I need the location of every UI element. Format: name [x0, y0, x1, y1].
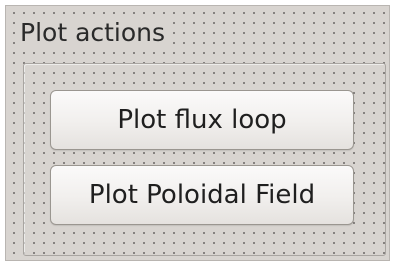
- plot-flux-loop-button[interactable]: Plot flux loop: [50, 90, 354, 150]
- plot-actions-title: Plot actions: [20, 18, 170, 48]
- plot-poloidal-field-button[interactable]: Plot Poloidal Field: [50, 165, 354, 225]
